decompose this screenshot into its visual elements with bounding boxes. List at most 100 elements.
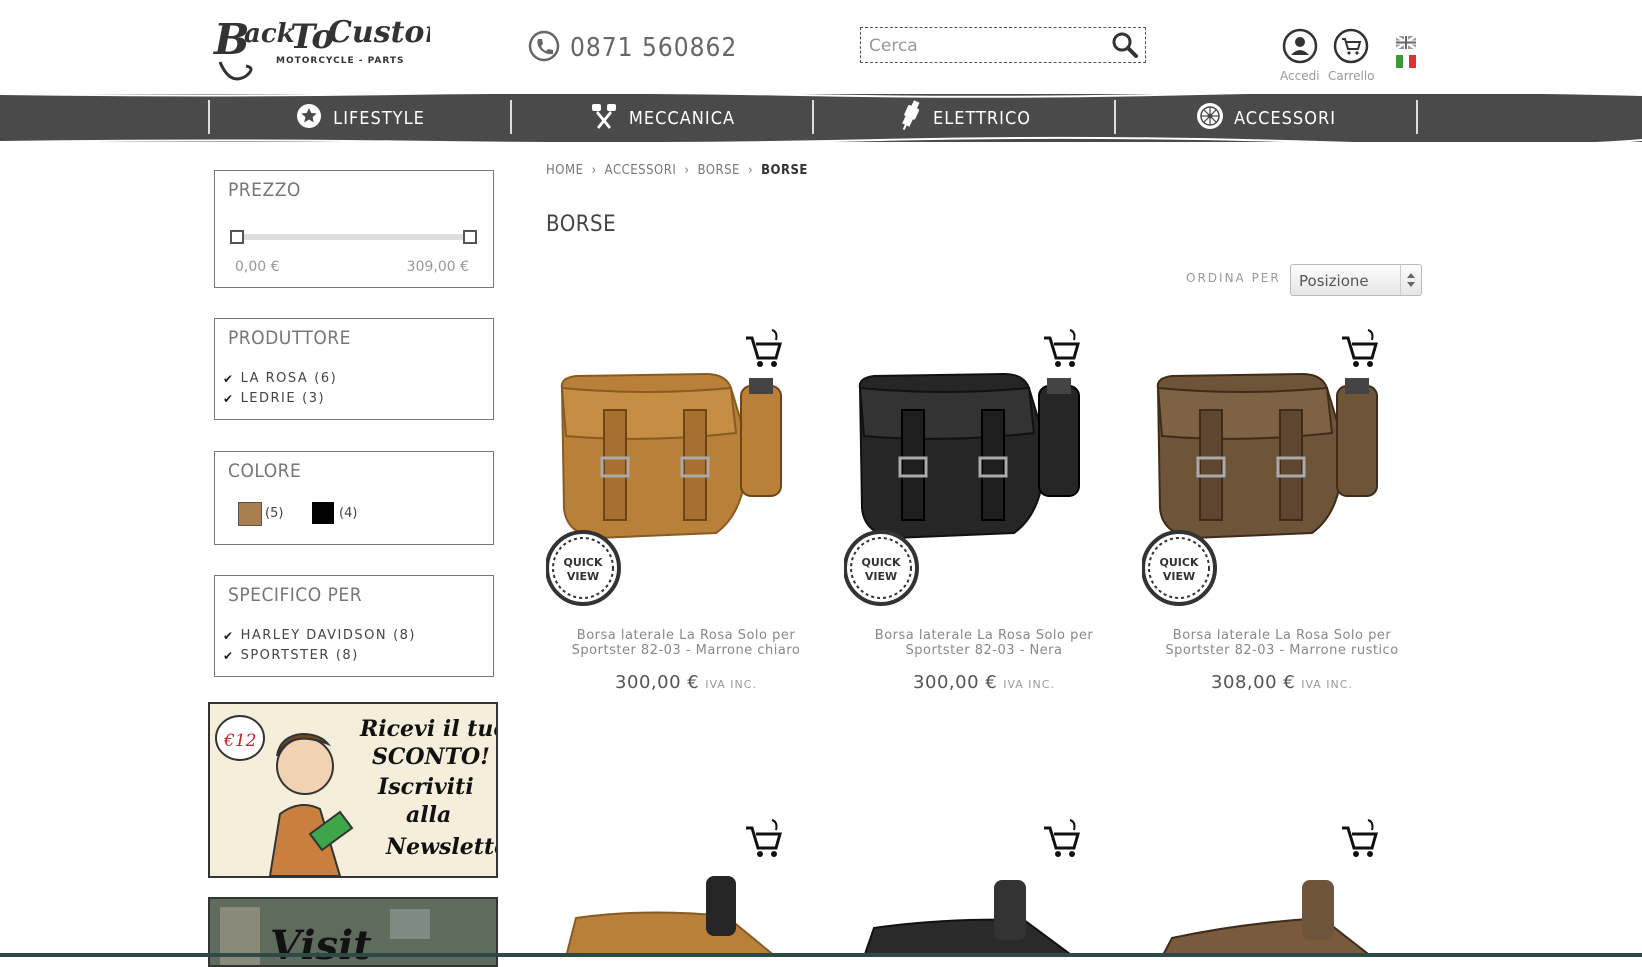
- specific-for-filter: SPECIFICO PER ✔ HARLEY DAVIDSON (8) ✔ SP…: [214, 575, 494, 677]
- specific-for-filter-title: SPECIFICO PER: [228, 584, 363, 606]
- add-to-cart-icon: [1040, 816, 1084, 860]
- manufacturer-filter-title: PRODUTTORE: [228, 327, 351, 349]
- svg-text:QUICK: QUICK: [862, 556, 901, 569]
- banner-line-1: Ricevi il tuo: [359, 716, 496, 742]
- price-min-value: 0,00 €: [235, 259, 280, 275]
- account-label: Accedi: [1280, 69, 1320, 83]
- svg-text:QUICK: QUICK: [1160, 556, 1199, 569]
- filter-item-la-rosa[interactable]: ✔ LA ROSA (6): [223, 371, 337, 386]
- newsletter-banner[interactable]: €12 Ricevi il tuo SCONTO! Iscriviti alla…: [208, 702, 521, 878]
- banner-line-4: alla: [406, 802, 451, 828]
- star-badge-icon: [295, 102, 323, 135]
- filter-item-sportster[interactable]: ✔ SPORTSTER (8): [223, 648, 359, 663]
- color-swatch-black[interactable]: [312, 502, 334, 524]
- search-input[interactable]: [867, 32, 1111, 60]
- product-price: 300,00 € IVA INC.: [615, 672, 757, 693]
- product-image[interactable]: [1142, 808, 1422, 957]
- product-image[interactable]: QUICK VIEW: [546, 318, 826, 608]
- nav-item-accessori[interactable]: ACCESSORI: [1116, 100, 1416, 136]
- price-filter-title: PREZZO: [228, 179, 301, 201]
- svg-text:Custom: Custom: [328, 15, 430, 50]
- add-to-cart-icon: [1040, 326, 1084, 370]
- check-icon: ✔: [223, 628, 235, 643]
- product-image[interactable]: QUICK VIEW: [844, 318, 1124, 608]
- spark-plug-icon: [897, 99, 923, 137]
- add-to-cart-icon: [1338, 816, 1382, 860]
- color-swatch-brown[interactable]: [238, 502, 262, 526]
- breadcrumb-separator: ›: [747, 163, 754, 178]
- logo-tagline: MOTORCYCLE - PARTS: [276, 56, 405, 66]
- nav-item-elettrico[interactable]: ELETTRICO: [814, 99, 1114, 137]
- banner-line-5: Newsletter: [385, 834, 496, 860]
- product-image[interactable]: [844, 808, 1124, 957]
- add-to-cart-icon: [742, 816, 786, 860]
- nav-item-meccanica[interactable]: MECCANICA: [512, 100, 812, 136]
- breadcrumb-home[interactable]: HOME: [546, 163, 583, 178]
- flag-uk-icon[interactable]: [1395, 34, 1417, 51]
- phone-contact[interactable]: 0871 560862: [528, 30, 737, 66]
- sort-selected-value: Posizione: [1299, 272, 1369, 290]
- check-icon: ✔: [223, 391, 235, 406]
- svg-text:VIEW: VIEW: [865, 570, 897, 583]
- product-image[interactable]: QUICK VIEW: [1142, 318, 1422, 608]
- select-arrows-icon: [1400, 265, 1421, 295]
- search-icon[interactable]: [1111, 31, 1139, 63]
- product-card[interactable]: [844, 808, 1124, 957]
- check-icon: ✔: [223, 648, 235, 663]
- breadcrumb-accessori[interactable]: ACCESSORI: [605, 163, 677, 178]
- product-name[interactable]: Borsa laterale La Rosa Solo per Sportste…: [546, 628, 826, 658]
- page-title: BORSE: [546, 212, 617, 237]
- svg-text:VIEW: VIEW: [567, 570, 599, 583]
- banner-line-2: SCONTO!: [372, 744, 490, 770]
- phone-number: 0871 560862: [570, 33, 738, 63]
- site-logo[interactable]: B ack To Custom MOTORCYCLE - PARTS: [210, 2, 456, 88]
- price-slider-track[interactable]: [235, 234, 471, 240]
- nav-item-lifestyle[interactable]: LIFESTYLE: [210, 100, 510, 136]
- sort-select[interactable]: Posizione: [1290, 264, 1422, 296]
- breadcrumb-separator: ›: [684, 163, 690, 178]
- product-price: 308,00 € IVA INC.: [1211, 672, 1353, 693]
- product-card[interactable]: [1142, 808, 1422, 957]
- price-max-value: 309,00 €: [406, 259, 469, 275]
- product-price: 300,00 € IVA INC.: [913, 672, 1055, 693]
- product-image[interactable]: [546, 808, 826, 957]
- color-filter-title: COLORE: [228, 460, 302, 482]
- wheel-icon: [1196, 102, 1224, 135]
- svg-text:ack: ack: [244, 19, 295, 49]
- filter-item-harley-davidson[interactable]: ✔ HARLEY DAVIDSON (8): [223, 628, 416, 643]
- sort-label: ORDINA PER: [1186, 271, 1281, 285]
- bottom-strip: [0, 953, 1642, 957]
- breadcrumb-current: BORSE: [761, 163, 808, 178]
- price-slider-max-handle[interactable]: [463, 230, 477, 244]
- manufacturer-filter: PRODUTTORE ✔ LA ROSA (6) ✔ LEDRIE (3): [214, 318, 494, 420]
- cart-label: Carrello: [1328, 69, 1375, 83]
- product-card[interactable]: [546, 808, 826, 957]
- color-count-black: (4): [339, 506, 358, 521]
- search-box: [860, 27, 1146, 63]
- main-nav: LIFESTYLE MECCANICA ELETTRICO ACCESSORI: [0, 94, 1642, 142]
- cart-link[interactable]: Carrello: [1328, 28, 1375, 83]
- quick-view-label: QUICK: [564, 556, 603, 569]
- product-name[interactable]: Borsa laterale La Rosa Solo per Sportste…: [844, 628, 1124, 658]
- product-name[interactable]: Borsa laterale La Rosa Solo per Sportste…: [1142, 628, 1422, 658]
- flag-it-icon[interactable]: [1396, 53, 1416, 68]
- filter-item-ledrie[interactable]: ✔ LEDRIE (3): [223, 391, 325, 406]
- color-count-brown: (5): [265, 506, 284, 521]
- price-slider-min-handle[interactable]: [230, 230, 244, 244]
- discount-badge: €12: [223, 731, 256, 751]
- user-icon: [1282, 28, 1318, 68]
- breadcrumb: HOME › ACCESSORI › BORSE › BORSE: [546, 163, 808, 178]
- nav-divider: [1416, 100, 1418, 134]
- phone-icon: [528, 30, 560, 66]
- add-to-cart-icon: [742, 326, 786, 370]
- price-filter: PREZZO 0,00 € 309,00 €: [214, 170, 494, 288]
- svg-text:VIEW: VIEW: [1163, 570, 1195, 583]
- cart-icon: [1333, 28, 1369, 68]
- visit-banner-text: Visit: [270, 922, 372, 967]
- breadcrumb-borse[interactable]: BORSE: [698, 163, 740, 178]
- account-link[interactable]: Accedi: [1280, 28, 1320, 83]
- add-to-cart-icon: [1338, 326, 1382, 370]
- banner-line-3: Iscriviti: [377, 774, 474, 800]
- breadcrumb-separator: ›: [591, 163, 597, 178]
- check-icon: ✔: [223, 371, 235, 386]
